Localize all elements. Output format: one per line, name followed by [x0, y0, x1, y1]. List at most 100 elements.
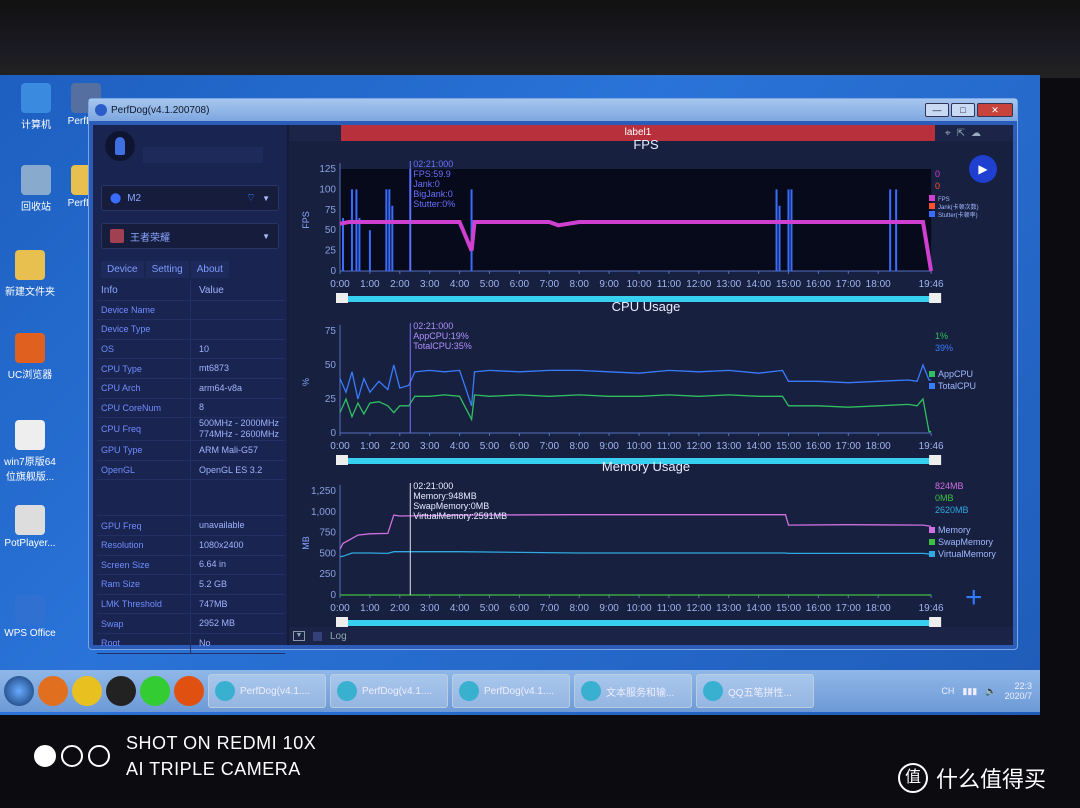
desktop-icon-image [21, 165, 51, 195]
perfdog-window: PerfDog(v4.1.200708) — □ ✕ ⬤ M2 ⌔ ▼ 王者荣耀… [88, 98, 1018, 654]
x-tick-label: 4:00 [450, 603, 470, 614]
scroll-handle-left[interactable] [336, 455, 348, 465]
info-key: Device Name [97, 300, 191, 320]
site-watermark: 值 什么值得买 [897, 762, 1046, 794]
start-button[interactable] [4, 676, 34, 706]
scroll-handle-right[interactable] [929, 617, 942, 627]
x-tick-label: 11:00 [657, 441, 682, 452]
scroll-handle-right[interactable] [929, 293, 942, 303]
scroll-handle-right[interactable] [929, 455, 942, 465]
avatar[interactable] [105, 131, 135, 161]
app-icon [110, 229, 124, 243]
taskbar-item[interactable]: QQ五笔拼性... [696, 674, 814, 708]
desktop-icon[interactable]: 新建文件夹 [0, 250, 60, 298]
desktop-icon[interactable]: UC浏览器 [0, 333, 60, 381]
wechat-icon[interactable] [140, 676, 170, 706]
desktop-icon[interactable]: win7原版64位旗舰版... [0, 420, 60, 483]
chart-title: Memory Usage [602, 459, 690, 474]
x-tick-label: 11:00 [657, 279, 682, 290]
x-tick-label: 3:00 [420, 603, 440, 614]
camera-watermark: SHOT ON REDMI 10X AI TRIPLE CAMERA [34, 730, 316, 782]
x-tick-label: 17:00 [836, 603, 861, 614]
tab-setting[interactable]: Setting [145, 261, 189, 278]
taskbar-item[interactable]: PerfDog(v4.1.... [208, 674, 326, 708]
desktop-icon[interactable]: WPS Office [0, 595, 60, 639]
tooltip-line: TotalCPU:35% [413, 341, 472, 351]
y-tick-label: 1,250 [311, 486, 336, 497]
taskbar-item[interactable]: PerfDog(v4.1.... [452, 674, 570, 708]
scroll-handle-left[interactable] [336, 617, 348, 627]
taskbar-item-label: PerfDog(v4.1.... [362, 685, 433, 697]
info-key: GPU Freq [97, 516, 191, 535]
table-row: OS 10 [97, 339, 285, 360]
add-chart-button[interactable]: + [965, 583, 983, 613]
y-tick-label: 750 [319, 528, 336, 539]
input-method-indicator[interactable]: CH [941, 686, 954, 696]
tooltip-line: 02:21:000 [413, 321, 453, 331]
clock[interactable]: 22:3 [1004, 681, 1032, 691]
table-row: Device Type [97, 320, 285, 340]
network-icon[interactable]: ▮▮▮ [962, 686, 977, 697]
x-tick-label: 10:00 [626, 603, 651, 614]
minimize-button[interactable]: — [925, 103, 949, 117]
legend-label: FPS [938, 197, 950, 203]
info-value: ARM Mali-G57 [199, 444, 259, 455]
y-tick-label: 25 [325, 394, 337, 405]
taskbar-item[interactable]: PerfDog(v4.1.... [330, 674, 448, 708]
close-button[interactable]: ✕ [977, 103, 1013, 117]
tooltip-line: VirtualMemory:2591MB [413, 511, 507, 521]
log-checkbox[interactable] [313, 631, 322, 641]
qq-icon[interactable] [106, 676, 136, 706]
info-value: mt6873 [199, 363, 230, 374]
desktop-icon[interactable]: PotPlayer... [0, 505, 60, 549]
tooltip-line: Stutter:0% [413, 199, 455, 209]
tab-device[interactable]: Device [101, 261, 144, 278]
x-tick-label: 14:00 [746, 441, 771, 452]
table-row [97, 480, 285, 517]
title-bar: PerfDog(v4.1.200708) — □ ✕ [89, 99, 1017, 121]
legend-swatch [929, 539, 935, 545]
info-key: CPU Type [97, 359, 191, 378]
info-value: unavailable [199, 520, 245, 531]
header-value: Value [199, 284, 224, 296]
x-tick-label: 12:00 [686, 441, 711, 452]
chart-1: CPU Usage% 0 25 50 75 0:00 1:00 2:00 3:00 4:00 5:0… [301, 299, 976, 465]
x-tick-label: 3:00 [420, 441, 440, 452]
x-tick-label: 7:00 [540, 279, 560, 290]
taskbar-item[interactable]: 文本服务和输... [574, 674, 692, 708]
play-button[interactable]: ▶ [969, 155, 997, 183]
taskbar-app-icon [703, 681, 723, 701]
chart-0: FPS FPS 0 25 50 75 100 125 0:00 1:00 2:00 3:00 4:00 5… [301, 137, 979, 303]
app-select[interactable]: 王者荣耀 ▼ [101, 223, 279, 249]
system-tray: CH ▮▮▮ 🔈 22:3 2020/7 [941, 681, 1040, 701]
volume-icon[interactable]: 🔈 [985, 686, 996, 697]
app-body: ⬤ M2 ⌔ ▼ 王者荣耀 ▼ Device Setting About Inf… [93, 125, 1013, 654]
maximize-button[interactable]: □ [951, 103, 975, 117]
table-row: Ram Size 5.2 GB [97, 575, 285, 595]
collapse-button[interactable]: ▼ [293, 631, 305, 641]
x-tick-label: 14:00 [746, 603, 771, 614]
scroll-handle-left[interactable] [336, 293, 348, 303]
y-tick-label: 100 [319, 184, 336, 195]
table-header: Info Value [97, 281, 285, 301]
info-value: 6.64 in [199, 559, 227, 570]
pinned-app-icon[interactable] [72, 676, 102, 706]
time-scrollbar[interactable] [338, 620, 940, 626]
legend-label: TotalCPU [938, 381, 976, 391]
watermark-line2: AI TRIPLE CAMERA [126, 759, 301, 779]
desktop-icon-label: WPS Office [4, 628, 56, 639]
info-value: 5.2 GB [199, 578, 228, 589]
device-select[interactable]: ⬤ M2 ⌔ ▼ [101, 185, 279, 211]
legend-swatch [929, 527, 935, 533]
x-tick-label: 18:00 [866, 603, 891, 614]
charts: FPS FPS 0 25 50 75 100 125 0:00 1:00 2:00 3:00 4:00 5… [301, 137, 996, 627]
x-tick-label: 0:00 [330, 441, 350, 452]
x-tick-label: 8:00 [569, 441, 589, 452]
uc-browser-icon[interactable] [174, 676, 204, 706]
info-key [97, 480, 191, 516]
x-tick-label: 19:46 [919, 441, 944, 452]
desktop-icon-label: UC浏览器 [7, 370, 53, 381]
pinned-app-icon[interactable] [38, 676, 68, 706]
tab-about[interactable]: About [190, 261, 229, 278]
table-row: Device Name [97, 300, 285, 321]
